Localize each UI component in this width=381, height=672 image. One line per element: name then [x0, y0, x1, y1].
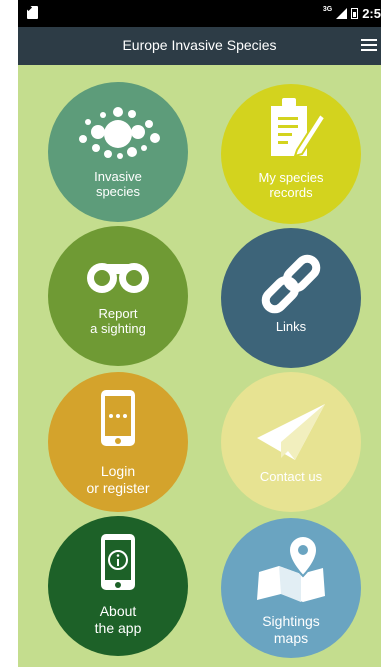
- contact-us-label: Contact us: [259, 469, 323, 484]
- my-species-records-label: My species records: [258, 170, 324, 200]
- network-type: 3G: [322, 6, 333, 13]
- about-app-label: About the app: [94, 603, 142, 636]
- paper-plane-icon: [221, 372, 361, 512]
- status-bar: 3G 2:5: [18, 0, 381, 27]
- invasive-species-label: Invasive species: [94, 169, 142, 199]
- page-title: Europe Invasive Species: [122, 37, 277, 53]
- hamburger-menu-icon[interactable]: [361, 39, 377, 53]
- invasive-species-button[interactable]: Invasive species: [48, 82, 188, 222]
- app-bar: Europe Invasive Species: [18, 27, 381, 65]
- about-app-button[interactable]: About the app: [48, 516, 188, 656]
- battery-icon: [351, 8, 359, 19]
- binoculars-icon: [48, 226, 188, 366]
- status-time: 2:5: [362, 6, 381, 21]
- sightings-maps-label: Sightings maps: [262, 613, 320, 646]
- dots-cluster-icon: [48, 82, 188, 222]
- app-screen: 3G 2:5 Europe Invasive Species Invasive …: [18, 0, 381, 667]
- chain-link-icon: [221, 228, 361, 368]
- signal-icon: [336, 8, 348, 19]
- sd-card-icon: [27, 6, 38, 19]
- report-sighting-label: Report a sighting: [90, 306, 146, 336]
- links-label: Links: [275, 319, 307, 334]
- sightings-maps-button[interactable]: Sightings maps: [221, 518, 361, 658]
- links-button[interactable]: Links: [221, 228, 361, 368]
- my-species-records-button[interactable]: My species records: [221, 84, 361, 224]
- login-register-button[interactable]: Login or register: [48, 372, 188, 512]
- login-register-label: Login or register: [86, 463, 150, 496]
- report-sighting-button[interactable]: Report a sighting: [48, 226, 188, 366]
- clipboard-pen-icon: [221, 84, 361, 224]
- contact-us-button[interactable]: Contact us: [221, 372, 361, 512]
